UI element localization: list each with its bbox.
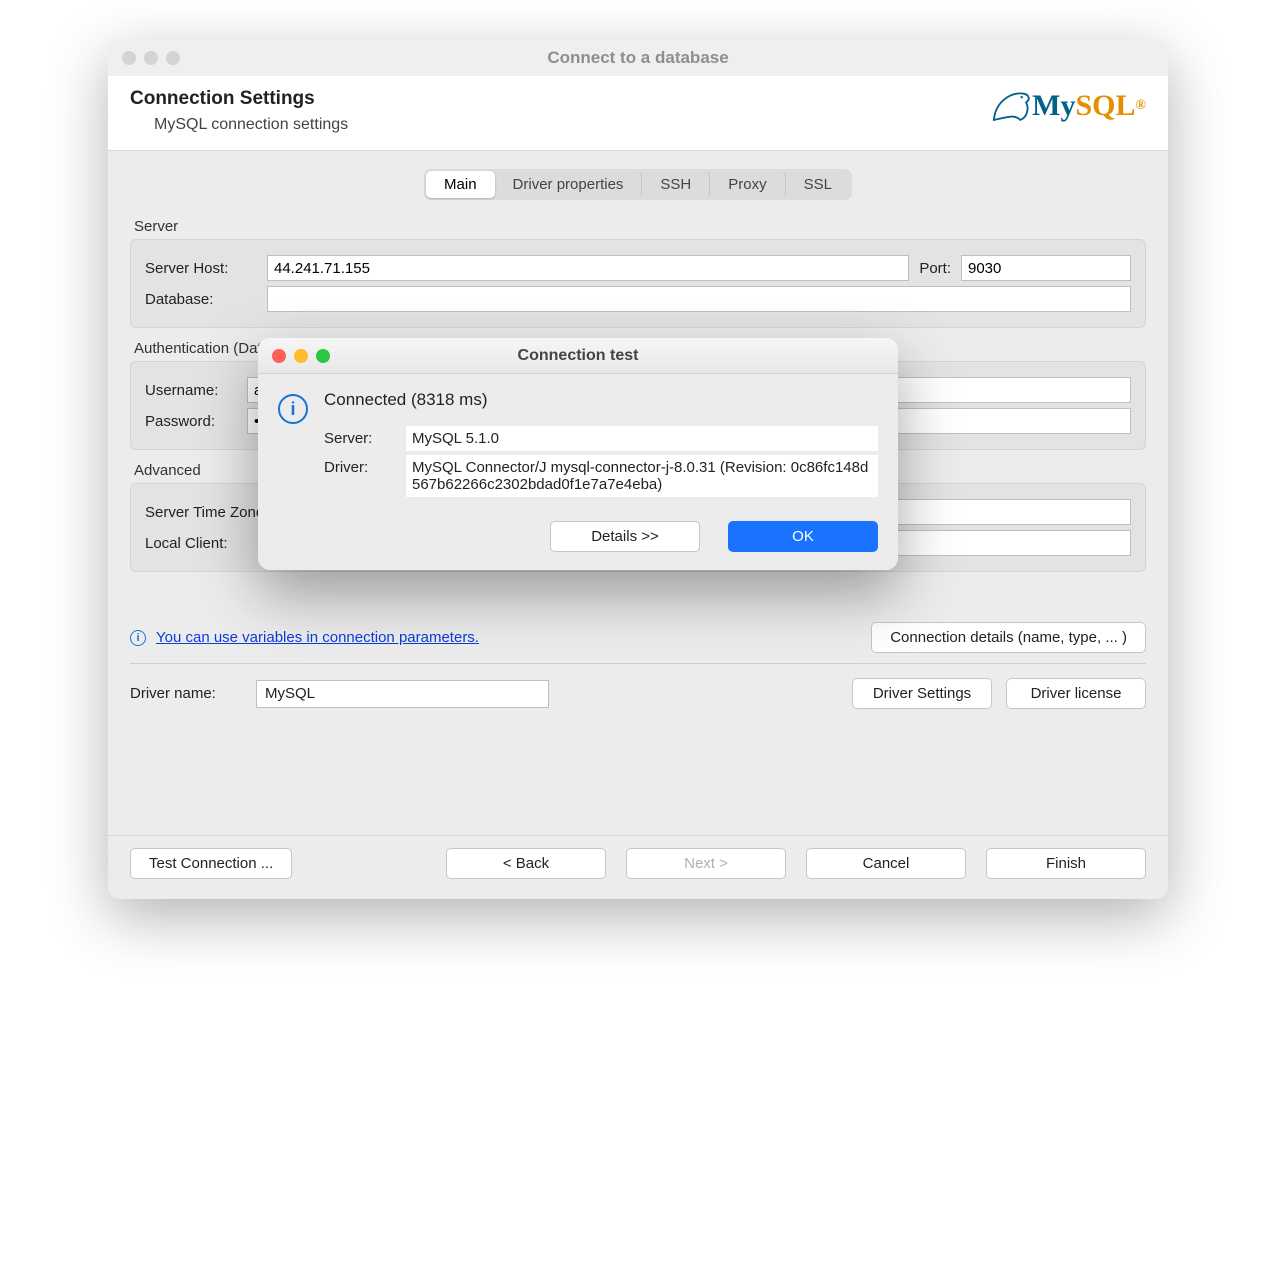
header: Connection Settings MySQL connection set… [108, 76, 1168, 151]
dialog-title: Connection test [258, 347, 898, 365]
server-host-input[interactable] [267, 255, 909, 281]
variables-hint-link[interactable]: You can use variables in connection para… [156, 629, 479, 646]
dialog-driver-label: Driver: [324, 455, 394, 476]
dialog-driver-value: MySQL Connector/J mysql-connector-j-8.0.… [406, 455, 878, 497]
port-label: Port: [919, 260, 951, 277]
back-button[interactable]: < Back [446, 848, 606, 879]
dialog-server-value: MySQL 5.1.0 [406, 426, 878, 451]
ok-button[interactable]: OK [728, 521, 878, 552]
window-title: Connect to a database [108, 48, 1168, 68]
database-input[interactable] [267, 286, 1131, 312]
server-host-label: Server Host: [145, 260, 257, 277]
dialog-info-icon: i [278, 394, 308, 424]
dialog-message: Connected (8318 ms) [324, 390, 878, 410]
server-group: Server Host: Port: Database: [130, 239, 1146, 328]
driver-license-button[interactable]: Driver license [1006, 678, 1146, 709]
dolphin-icon [988, 86, 1032, 126]
test-connection-button[interactable]: Test Connection ... [130, 848, 292, 879]
details-button[interactable]: Details >> [550, 521, 700, 552]
tabbar: Main Driver properties SSH Proxy SSL [130, 169, 1146, 200]
connection-test-dialog: Connection test i Connected (8318 ms) Se… [258, 338, 898, 570]
database-label: Database: [145, 291, 257, 308]
tab-main[interactable]: Main [426, 171, 495, 198]
next-button: Next > [626, 848, 786, 879]
finish-button[interactable]: Finish [986, 848, 1146, 879]
driver-name-label: Driver name: [130, 685, 242, 702]
tab-driver-properties[interactable]: Driver properties [495, 171, 643, 198]
tab-ssh[interactable]: SSH [642, 171, 710, 198]
dialog-server-label: Server: [324, 426, 394, 447]
driver-name-value: MySQL [256, 680, 549, 708]
cancel-button[interactable]: Cancel [806, 848, 966, 879]
port-input[interactable] [961, 255, 1131, 281]
password-label: Password: [145, 413, 237, 430]
username-label: Username: [145, 382, 237, 399]
wizard-footer: Test Connection ... < Back Next > Cancel… [108, 835, 1168, 899]
tab-proxy[interactable]: Proxy [710, 171, 785, 198]
tab-ssl[interactable]: SSL [786, 171, 850, 198]
server-section-label: Server [134, 218, 1146, 235]
info-icon: i [130, 630, 146, 646]
mysql-logo: MySQL® [988, 86, 1146, 126]
connection-details-button[interactable]: Connection details (name, type, ... ) [871, 622, 1146, 653]
driver-settings-button[interactable]: Driver Settings [852, 678, 992, 709]
main-titlebar: Connect to a database [108, 40, 1168, 76]
